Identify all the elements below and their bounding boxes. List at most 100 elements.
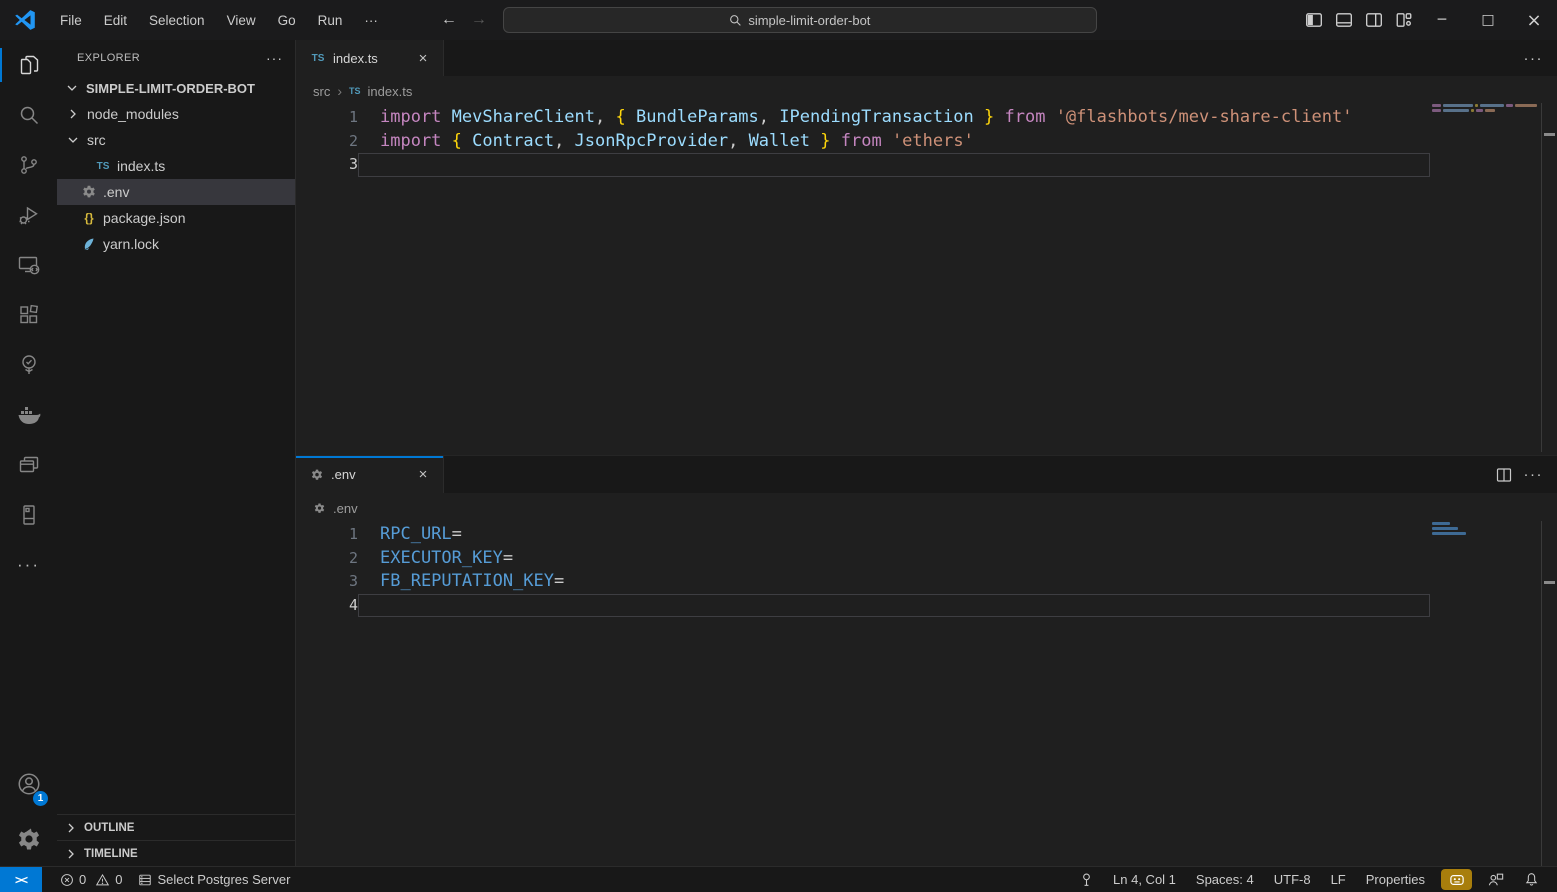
editor-actions-more-icon[interactable]: ··· bbox=[1524, 50, 1544, 67]
menu-selection[interactable]: Selection bbox=[140, 9, 214, 32]
toggle-panel-icon[interactable] bbox=[1329, 5, 1359, 35]
menu-overflow-icon[interactable]: ··· bbox=[355, 9, 387, 32]
menu-go[interactable]: Go bbox=[269, 9, 305, 32]
activity-source-control-icon[interactable] bbox=[0, 140, 57, 190]
indentation-status[interactable]: Spaces: 4 bbox=[1188, 869, 1262, 891]
menu-file[interactable]: File bbox=[51, 9, 91, 32]
remote-indicator[interactable]: >< bbox=[0, 867, 42, 892]
problems-status[interactable]: 0 0 bbox=[52, 869, 130, 891]
tree-item-src[interactable]: src bbox=[57, 127, 295, 153]
breadcrumb-bottom[interactable]: .env bbox=[296, 493, 1557, 523]
code-line[interactable]: 1import MevShareClient, { BundleParams, … bbox=[296, 106, 1430, 130]
code-line[interactable]: 3FB_REPUTATION_KEY= bbox=[296, 570, 1430, 594]
customize-layout-icon[interactable] bbox=[1389, 5, 1419, 35]
code-line[interactable]: 3 bbox=[296, 153, 1430, 177]
toggle-secondary-sidebar-icon[interactable] bbox=[1359, 5, 1389, 35]
feedback-person-icon bbox=[1488, 872, 1504, 887]
tab-env[interactable]: .env × bbox=[296, 456, 444, 493]
code-editor-env[interactable]: 1RPC_URL=2EXECUTOR_KEY=3FB_REPUTATION_KE… bbox=[296, 523, 1430, 866]
activity-remote-explorer-icon[interactable] bbox=[0, 240, 57, 290]
code-line[interactable]: 2import { Contract, JsonRpcProvider, Wal… bbox=[296, 130, 1430, 154]
menu-run[interactable]: Run bbox=[309, 9, 352, 32]
tree-item-node-modules[interactable]: node_modules bbox=[57, 101, 295, 127]
error-count: 0 bbox=[79, 872, 86, 887]
chevron-down-icon bbox=[64, 80, 80, 96]
minimap[interactable] bbox=[1432, 104, 1537, 114]
editor-actions-more-icon[interactable]: ··· bbox=[1524, 466, 1544, 483]
tab-close-icon[interactable]: × bbox=[413, 465, 433, 485]
overview-ruler[interactable] bbox=[1541, 521, 1557, 866]
language-mode-status[interactable]: Properties bbox=[1358, 869, 1433, 891]
cursor-position-status[interactable]: Ln 4, Col 1 bbox=[1105, 869, 1184, 891]
notifications-status[interactable] bbox=[1516, 869, 1547, 891]
line-number: 2 bbox=[296, 130, 358, 154]
accounts-badge: 1 bbox=[33, 791, 48, 806]
postgres-server-status[interactable]: Select Postgres Server bbox=[130, 869, 298, 891]
line-number: 4 bbox=[296, 594, 358, 618]
feedback-status[interactable] bbox=[1480, 869, 1512, 891]
activity-device-preview-icon[interactable] bbox=[0, 490, 57, 540]
code-line[interactable]: 2EXECUTOR_KEY= bbox=[296, 547, 1430, 571]
robot-icon bbox=[1449, 873, 1465, 887]
tree-item-env[interactable]: .env bbox=[57, 179, 295, 205]
explorer-sidebar: EXPLORER ··· SIMPLE-LIMIT-ORDER-BOT node… bbox=[57, 40, 296, 866]
copilot-status-badge[interactable] bbox=[1441, 869, 1472, 890]
minimap[interactable] bbox=[1432, 522, 1537, 537]
activity-todo-tree-icon[interactable] bbox=[0, 340, 57, 390]
timeline-section-header[interactable]: TIMELINE bbox=[57, 840, 295, 866]
breadcrumb-top[interactable]: src › TS index.ts bbox=[296, 76, 1557, 106]
activity-extensions-icon[interactable] bbox=[0, 290, 57, 340]
code-line[interactable]: 4 bbox=[296, 594, 1430, 618]
gear-file-icon bbox=[313, 502, 326, 515]
menu-edit[interactable]: Edit bbox=[95, 9, 136, 32]
title-bar: File Edit Selection View Go Run ··· ← → … bbox=[0, 0, 1557, 40]
encoding-status[interactable]: UTF-8 bbox=[1266, 869, 1319, 891]
menu-view[interactable]: View bbox=[218, 9, 265, 32]
close-window-button[interactable]: × bbox=[1511, 0, 1557, 40]
explorer-actions-icon[interactable]: ··· bbox=[266, 50, 283, 66]
json-file-icon: {} bbox=[81, 211, 97, 225]
eol-status[interactable]: LF bbox=[1323, 869, 1354, 891]
error-icon bbox=[60, 873, 74, 887]
gear-file-icon bbox=[81, 184, 97, 200]
split-editor-icon[interactable] bbox=[1496, 467, 1512, 483]
settings-gear-icon[interactable] bbox=[0, 812, 57, 866]
line-number: 2 bbox=[296, 547, 358, 571]
maximize-button[interactable]: □ bbox=[1465, 0, 1511, 40]
activity-more-views-icon[interactable]: ··· bbox=[0, 540, 57, 590]
bell-icon bbox=[1524, 872, 1539, 887]
activity-docker-icon[interactable] bbox=[0, 390, 57, 440]
activity-run-debug-icon[interactable] bbox=[0, 190, 57, 240]
back-arrow-icon[interactable]: ← bbox=[441, 11, 457, 29]
tabbar-top: TS index.ts × ··· bbox=[296, 40, 1557, 76]
activity-explorer-icon[interactable] bbox=[0, 40, 57, 90]
gear-file-icon bbox=[310, 468, 324, 482]
tree-item-yarn-lock[interactable]: yarn.lock bbox=[57, 231, 295, 257]
tab-index-ts[interactable]: TS index.ts × bbox=[296, 40, 444, 76]
tab-close-icon[interactable]: × bbox=[413, 48, 433, 68]
typescript-file-icon: TS bbox=[95, 161, 111, 172]
vscode-logo-icon bbox=[13, 8, 37, 32]
code-editor-index-ts[interactable]: 1import MevShareClient, { BundleParams, … bbox=[296, 106, 1430, 452]
overview-ruler[interactable] bbox=[1541, 103, 1557, 452]
tabbar-bottom: .env × ··· bbox=[296, 456, 1557, 493]
editor-group-bottom: .env × ··· .env 1RPC_URL=2EXECUTOR_KEY=3… bbox=[296, 455, 1557, 866]
tree-item-index-ts[interactable]: TS index.ts bbox=[57, 153, 295, 179]
toggle-primary-sidebar-icon[interactable] bbox=[1299, 5, 1329, 35]
chevron-right-icon bbox=[65, 106, 81, 122]
search-icon bbox=[729, 14, 742, 27]
chevron-right-icon bbox=[63, 846, 79, 862]
code-line[interactable]: 1RPC_URL= bbox=[296, 523, 1430, 547]
accounts-icon[interactable]: 1 bbox=[0, 756, 57, 812]
tree-item-package-json[interactable]: {} package.json bbox=[57, 205, 295, 231]
command-center-search[interactable]: simple-limit-order-bot bbox=[503, 7, 1097, 33]
tree-root-folder[interactable]: SIMPLE-LIMIT-ORDER-BOT bbox=[57, 75, 295, 101]
command-center-text: simple-limit-order-bot bbox=[748, 13, 870, 28]
breadcrumb-separator-icon: › bbox=[337, 83, 342, 99]
ports-status[interactable] bbox=[1072, 869, 1101, 891]
explorer-title: EXPLORER bbox=[77, 52, 140, 64]
activity-window-stack-icon[interactable] bbox=[0, 440, 57, 490]
outline-section-header[interactable]: OUTLINE bbox=[57, 814, 295, 840]
activity-search-icon[interactable] bbox=[0, 90, 57, 140]
minimize-button[interactable]: ─ bbox=[1419, 0, 1465, 40]
